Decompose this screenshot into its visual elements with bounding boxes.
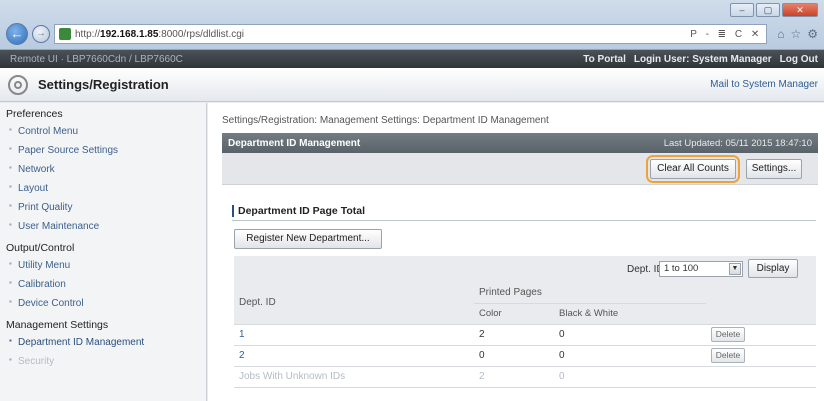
table-row: 1 2 0 Delete: [234, 324, 816, 346]
favorites-star-icon[interactable]: ☆: [790, 27, 801, 41]
sidebar-item-user-maintenance[interactable]: User Maintenance: [0, 218, 206, 237]
remote-ui-topbar: Remote UI · LBP7660Cdn / LBP7660C To Por…: [0, 50, 824, 68]
close-window-button[interactable]: ✕: [782, 3, 818, 17]
register-new-department-button[interactable]: Register New Department...: [234, 229, 382, 249]
sidebar-group-preferences: Preferences: [6, 108, 63, 120]
sidebar-item-control-menu[interactable]: Control Menu: [0, 123, 206, 142]
section-divider: [232, 220, 816, 221]
maximize-button[interactable]: ▢: [756, 3, 780, 17]
bw-count: 0: [554, 324, 706, 346]
browser-chrome: – ▢ ✕ ← → http://192.168.1.85:8000/rps/d…: [0, 0, 824, 50]
login-user-label: Login User: System Manager: [633, 53, 772, 65]
chevron-down-icon[interactable]: ▼: [729, 263, 741, 275]
settings-button[interactable]: Settings...: [746, 159, 802, 179]
sidebar-group-management-settings: Management Settings: [6, 319, 109, 331]
breadcrumb: Settings/Registration: Management Settin…: [222, 115, 549, 126]
tools-gear-icon[interactable]: ⚙: [807, 27, 818, 41]
bw-count: 0: [554, 366, 706, 388]
col-dept-id: Dept. ID: [234, 282, 474, 325]
sidebar-item-calibration[interactable]: Calibration: [0, 276, 206, 295]
forward-button[interactable]: →: [32, 25, 50, 43]
navigation-row: ← → http://192.168.1.85:8000/rps/dldlist…: [6, 22, 818, 46]
panel-title: Department ID Management: [228, 137, 361, 149]
window-controls: – ▢ ✕: [730, 3, 818, 17]
bw-count: 0: [554, 345, 706, 367]
sidebar-group-output-control: Output/Control: [6, 242, 75, 254]
col-printed-pages: Printed Pages: [474, 282, 706, 304]
table-row: Jobs With Unknown IDs 2 0: [234, 366, 816, 388]
panel-header: Department ID Management Last Updated: 0…: [222, 133, 818, 153]
address-tools[interactable]: P - ≣ C ✕: [690, 29, 762, 40]
home-icon[interactable]: ⌂: [777, 27, 784, 41]
mail-to-system-manager-link[interactable]: Mail to System Manager: [710, 79, 818, 90]
sidebar: Preferences Control Menu Paper Source Se…: [0, 103, 207, 401]
minimize-button[interactable]: –: [730, 3, 754, 17]
settings-gear-icon: [8, 74, 28, 95]
main-content: Settings/Registration: Management Settin…: [208, 103, 824, 401]
color-count: 2: [474, 366, 554, 388]
table-header-row: Dept. ID Printed Pages: [234, 282, 816, 325]
sidebar-item-device-control[interactable]: Device Control: [0, 295, 206, 314]
sidebar-item-print-quality[interactable]: Print Quality: [0, 199, 206, 218]
page-header: Settings/Registration Mail to System Man…: [0, 68, 824, 102]
url-text: http://192.168.1.85:8000/rps/dldlist.cgi: [75, 28, 245, 40]
dept-id-link[interactable]: 1: [239, 329, 245, 340]
color-count: 2: [474, 324, 554, 346]
dept-id-link[interactable]: 2: [239, 350, 245, 361]
display-button[interactable]: Display: [748, 259, 798, 278]
sidebar-item-layout[interactable]: Layout: [0, 180, 206, 199]
to-portal-link[interactable]: To Portal: [583, 54, 626, 65]
col-color: Color: [474, 303, 554, 325]
last-updated: Last Updated: 05/11 2015 18:47:10: [663, 137, 812, 149]
browser-toolbar-icons: ⌂ ☆ ⚙: [771, 27, 818, 41]
department-table: Dept. ID Printed Pages Color Black & Whi…: [234, 282, 816, 388]
back-button[interactable]: ←: [6, 23, 28, 45]
table-row: 2 0 0 Delete: [234, 345, 816, 367]
log-out-link[interactable]: Log Out: [780, 54, 818, 65]
empty-action-cell: [706, 366, 816, 388]
col-black-white: Black & White: [554, 303, 706, 325]
dept-id-range-select[interactable]: 1 to 100 ▼: [659, 261, 743, 277]
sidebar-item-security[interactable]: Security: [0, 353, 206, 372]
unknown-ids-label: Jobs With Unknown IDs: [234, 366, 474, 388]
page-title: Settings/Registration: [38, 77, 169, 92]
clear-all-counts-button[interactable]: Clear All Counts: [650, 159, 736, 179]
site-icon: [59, 28, 71, 40]
section-title: Department ID Page Total: [232, 205, 365, 217]
device-info: Remote UI · LBP7660Cdn / LBP7660C: [10, 53, 183, 65]
browser-window: – ▢ ✕ ← → http://192.168.1.85:8000/rps/d…: [0, 0, 824, 401]
delete-button[interactable]: Delete: [711, 348, 745, 363]
address-bar[interactable]: http://192.168.1.85:8000/rps/dldlist.cgi…: [54, 24, 768, 44]
dept-id-filter-bar: Dept. ID: 1 to 100 ▼ Display: [234, 256, 816, 282]
sidebar-item-network[interactable]: Network: [0, 161, 206, 180]
dept-id-range-value: 1 to 100: [664, 263, 699, 274]
sidebar-item-utility-menu[interactable]: Utility Menu: [0, 257, 206, 276]
sidebar-item-paper-source-settings[interactable]: Paper Source Settings: [0, 142, 206, 161]
sidebar-item-department-id-management[interactable]: Department ID Management: [0, 334, 206, 353]
color-count: 0: [474, 345, 554, 367]
delete-button[interactable]: Delete: [711, 327, 745, 342]
panel-toolbar: Clear All Counts Settings...: [222, 153, 818, 185]
col-action: [706, 282, 816, 325]
